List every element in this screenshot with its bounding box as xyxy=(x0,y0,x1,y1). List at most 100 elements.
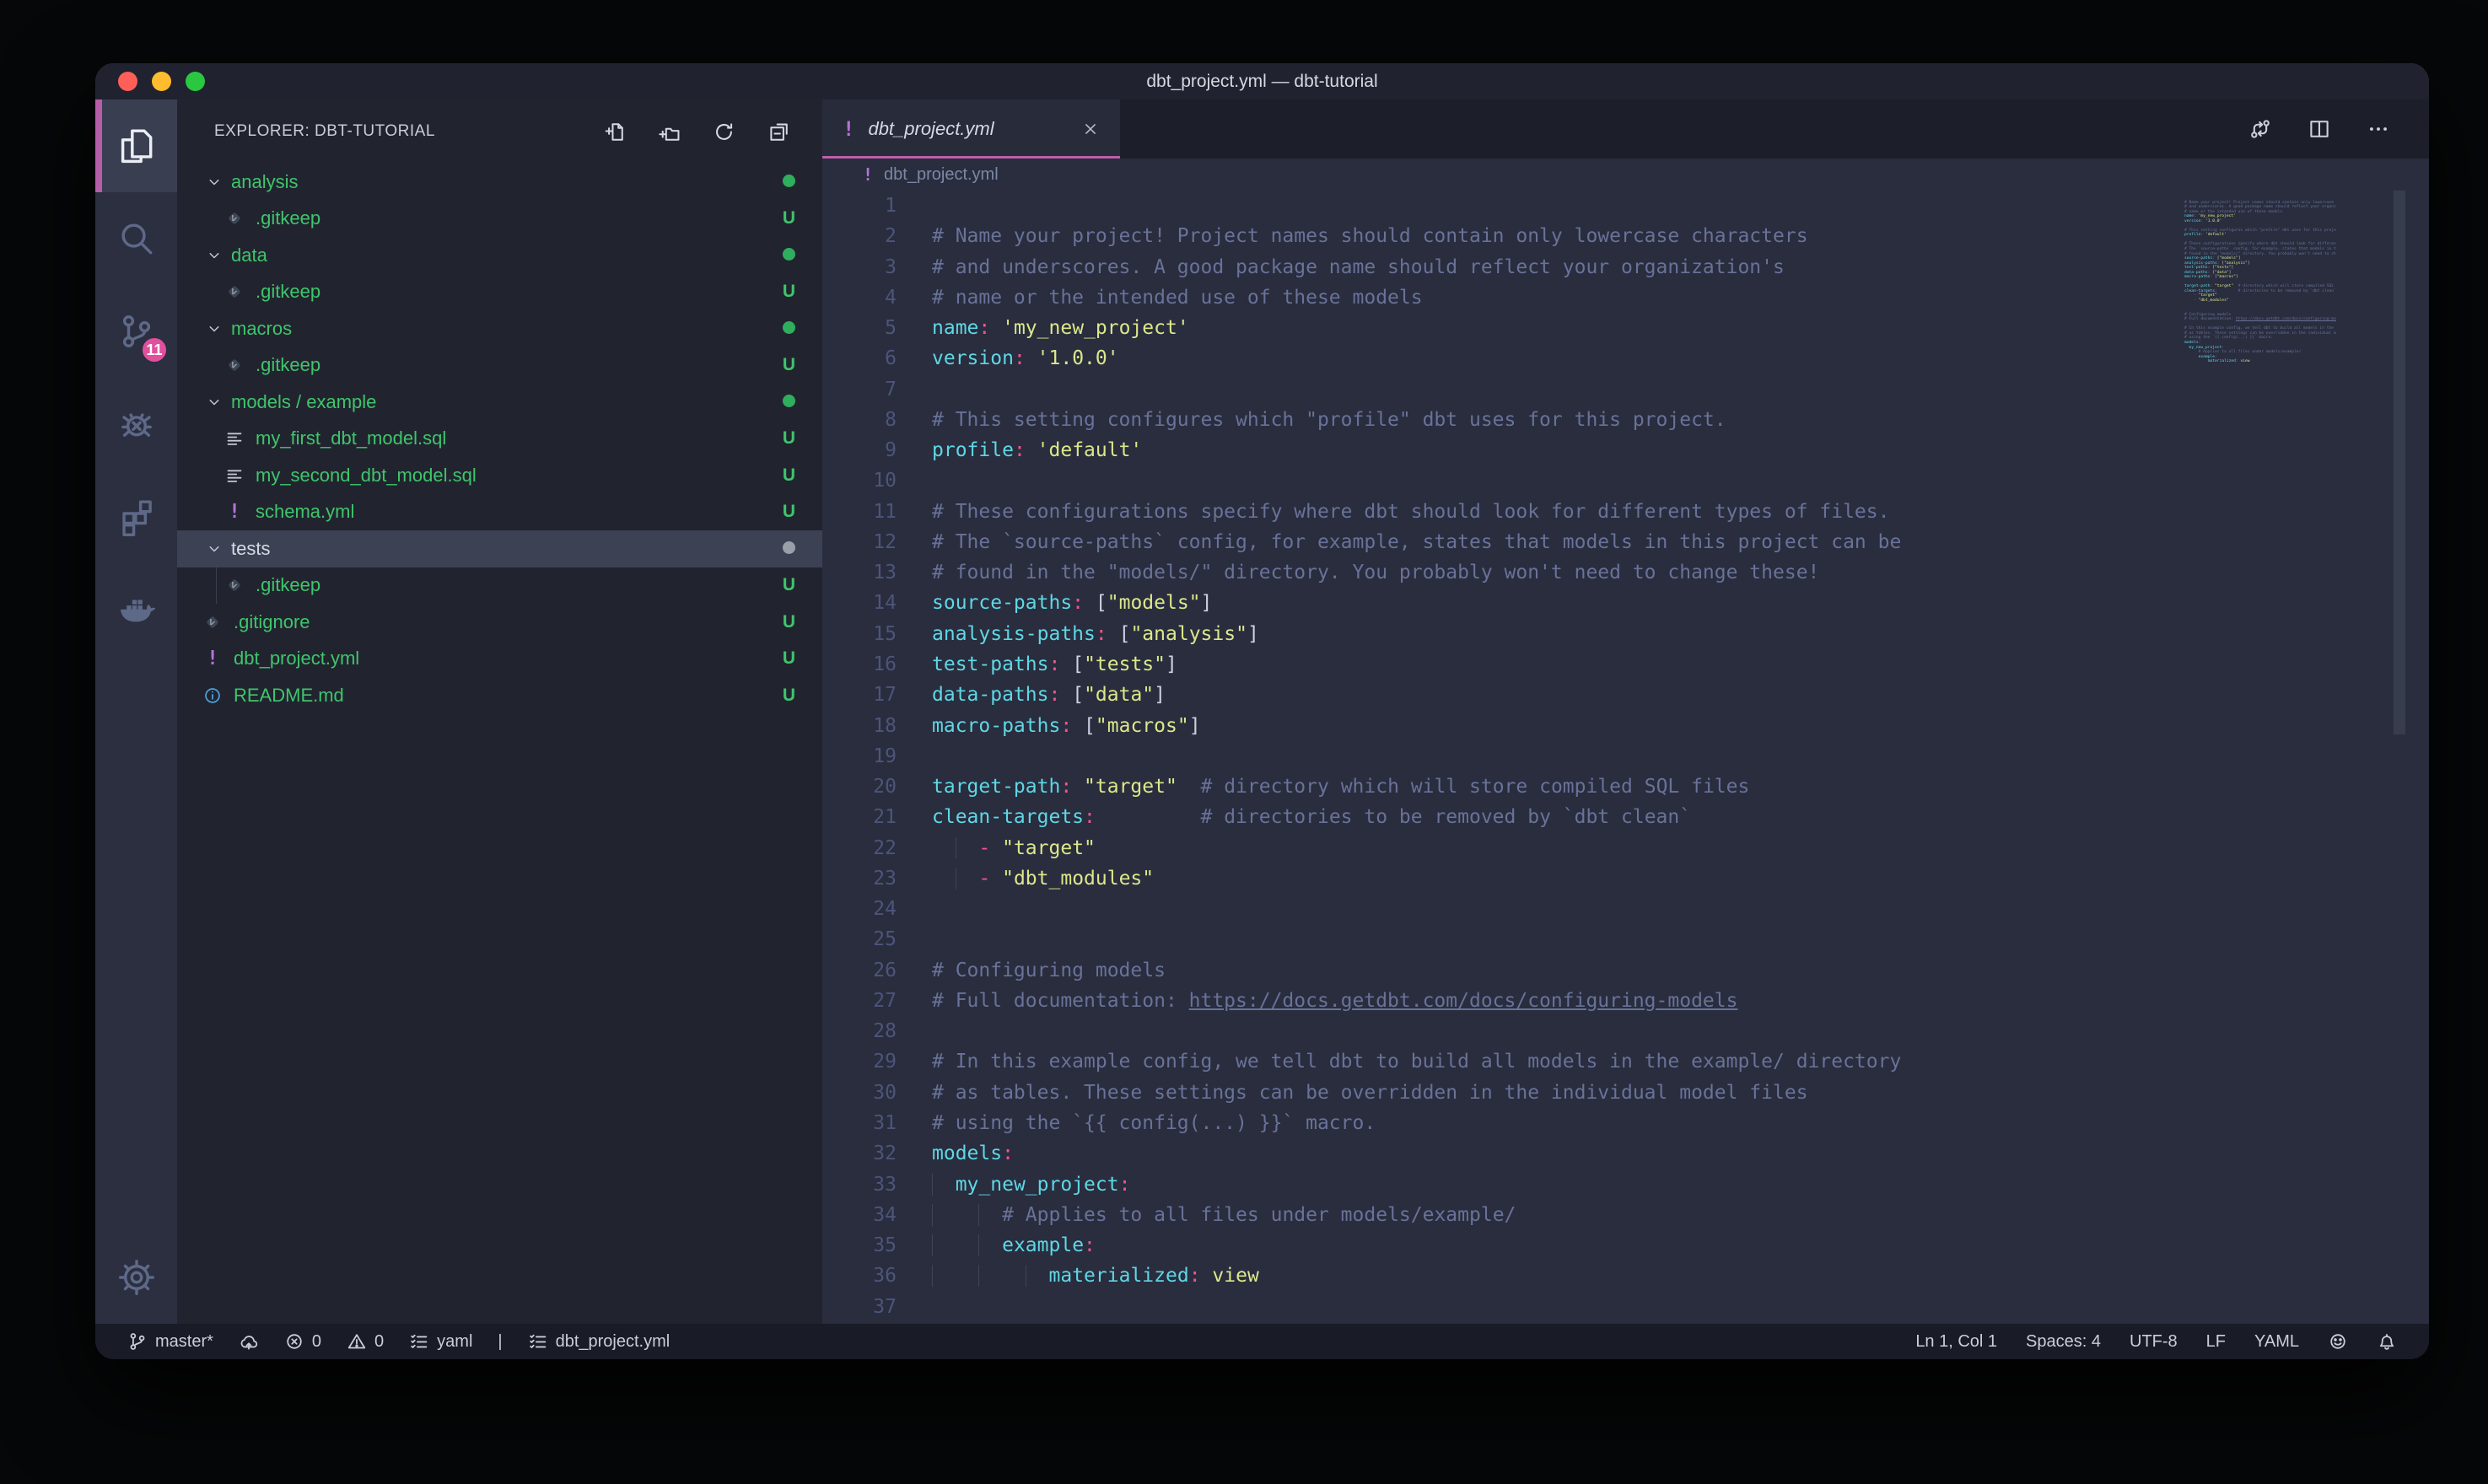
code-line[interactable]: 7 xyxy=(822,374,2429,405)
line-number: 22 xyxy=(822,833,932,863)
status-item-publish-changes[interactable] xyxy=(239,1331,259,1352)
code-line[interactable]: 32models: xyxy=(822,1138,2429,1169)
tree-item-dbt-project-yml[interactable]: !dbt_project.ymlU xyxy=(177,641,822,678)
code-line[interactable]: 19 xyxy=(822,741,2429,772)
code-line[interactable]: 20target-path: "target" # directory whic… xyxy=(822,772,2429,802)
line-number: 8 xyxy=(822,405,932,435)
minimap[interactable]: # Name your project! Project names shoul… xyxy=(2184,196,2336,368)
status-item-errors-count[interactable]: 0 xyxy=(284,1331,321,1352)
status-item-encoding[interactable]: UTF-8 xyxy=(2130,1332,2178,1352)
line-number: 3 xyxy=(822,252,932,282)
git-branch-icon xyxy=(127,1331,148,1352)
tree-item--gitkeep[interactable]: .gitkeepU xyxy=(177,567,822,605)
tree-item--gitkeep[interactable]: .gitkeepU xyxy=(177,274,822,311)
activity-item-explorer[interactable] xyxy=(95,99,177,192)
line-number: 7 xyxy=(822,374,932,405)
status-item-cursor-position[interactable]: Ln 1, Col 1 xyxy=(1915,1332,1997,1352)
tree-item--gitignore[interactable]: .gitignoreU xyxy=(177,604,822,641)
code-line[interactable]: 34 # Applies to all files under models/e… xyxy=(822,1200,2429,1230)
activity-item-settings-gear[interactable] xyxy=(95,1231,177,1324)
code-line[interactable]: 14source-paths: ["models"] xyxy=(822,588,2429,618)
search-icon xyxy=(117,219,156,258)
status-item-indentation[interactable]: Spaces: 4 xyxy=(2026,1332,2101,1352)
tree-item-my-second-dbt-model-sql[interactable]: my_second_dbt_model.sqlU xyxy=(177,457,822,494)
more-actions-icon[interactable] xyxy=(2367,117,2390,141)
code-line[interactable]: 37 xyxy=(822,1292,2429,1322)
cloud-upload-icon xyxy=(239,1331,259,1352)
code-line[interactable]: 17data-paths: ["data"] xyxy=(822,680,2429,710)
status-left: master*00yaml|dbt_project.yml xyxy=(127,1331,670,1352)
status-item-language-mode[interactable]: YAML xyxy=(2254,1332,2299,1352)
breadcrumb[interactable]: ! dbt_project.yml xyxy=(822,159,2429,191)
title-bar[interactable]: dbt_project.yml — dbt-tutorial xyxy=(95,63,2429,99)
line-number: 30 xyxy=(822,1078,932,1108)
new-file-icon[interactable] xyxy=(603,121,626,143)
status-item-notifications[interactable] xyxy=(2377,1331,2397,1352)
tab-label: dbt_project.yml xyxy=(868,118,994,140)
code-line[interactable]: 9profile: 'default' xyxy=(822,435,2429,465)
refresh-icon[interactable] xyxy=(713,121,735,143)
code-line[interactable]: 35 example: xyxy=(822,1230,2429,1261)
code-line[interactable]: 22 - "target" xyxy=(822,833,2429,863)
code-editor: 12# Name your project! Project names sho… xyxy=(822,191,2429,1324)
code-line[interactable]: 21clean-targets: # directories to be rem… xyxy=(822,802,2429,832)
warning-triangle-icon xyxy=(347,1331,367,1352)
code-line[interactable]: 25 xyxy=(822,924,2429,954)
tree-item-analysis[interactable]: analysis xyxy=(177,164,822,201)
tree-item--gitkeep[interactable]: .gitkeepU xyxy=(177,347,822,384)
code-line[interactable]: 10 xyxy=(822,465,2429,496)
activity-item-source-control[interactable]: 11 xyxy=(95,285,177,378)
code-line[interactable]: 31# using the `{{ config(...) }}` macro. xyxy=(822,1108,2429,1138)
tree-item-schema-yml[interactable]: !schema.ymlU xyxy=(177,494,822,531)
git-modified-dot-badge xyxy=(783,172,795,192)
tree-item-macros[interactable]: macros xyxy=(177,310,822,347)
tab-close-icon[interactable] xyxy=(1081,120,1100,138)
code-line[interactable]: 29# In this example config, we tell dbt … xyxy=(822,1046,2429,1077)
tree-item-models-example[interactable]: models / example xyxy=(177,384,822,421)
tab-dbt-project-yml[interactable]: ! dbt_project.yml xyxy=(822,99,1120,159)
tasklist-icon xyxy=(528,1331,548,1352)
code-line[interactable]: 18macro-paths: ["macros"] xyxy=(822,711,2429,741)
code-line[interactable]: 15analysis-paths: ["analysis"] xyxy=(822,619,2429,649)
tree-item-readme-md[interactable]: README.mdU xyxy=(177,677,822,714)
code-line[interactable]: 16test-paths: ["tests"] xyxy=(822,649,2429,680)
code-line[interactable]: 28 xyxy=(822,1016,2429,1046)
activity-item-search[interactable] xyxy=(95,192,177,285)
line-number: 19 xyxy=(822,741,932,772)
tree-item-data[interactable]: data xyxy=(177,237,822,274)
code-line[interactable]: 8# This setting configures which "profil… xyxy=(822,405,2429,435)
yaml-warning-icon: ! xyxy=(843,117,854,141)
activity-bar: 11 xyxy=(95,99,177,1324)
split-editor-icon[interactable] xyxy=(2308,117,2331,141)
tree-item--gitkeep[interactable]: .gitkeepU xyxy=(177,201,822,238)
open-changes-icon[interactable] xyxy=(2248,117,2272,141)
tree-item-tests[interactable]: tests xyxy=(177,530,822,567)
activity-item-debug[interactable] xyxy=(95,378,177,470)
status-item-branch-indicator[interactable]: master* xyxy=(127,1331,213,1352)
line-number: 9 xyxy=(822,435,932,465)
code-line[interactable]: 12# The `source-paths` config, for examp… xyxy=(822,527,2429,557)
activity-item-docker[interactable] xyxy=(95,563,177,656)
line-number: 1 xyxy=(822,191,932,221)
new-folder-icon[interactable] xyxy=(658,121,681,143)
scrollbar[interactable] xyxy=(2394,191,2405,734)
status-item-label: Ln 1, Col 1 xyxy=(1915,1332,1997,1352)
code-line[interactable]: 13# found in the "models/" directory. Yo… xyxy=(822,557,2429,588)
code-line[interactable]: 27# Full documentation: https://docs.get… xyxy=(822,986,2429,1016)
code-line[interactable]: 30# as tables. These settings can be ove… xyxy=(822,1078,2429,1108)
code-line[interactable]: 36 materialized: view xyxy=(822,1261,2429,1291)
status-item-feedback[interactable] xyxy=(2328,1331,2348,1352)
collapse-all-icon[interactable] xyxy=(767,121,790,143)
activity-item-extensions[interactable] xyxy=(95,470,177,563)
status-item-warnings-count[interactable]: 0 xyxy=(347,1331,384,1352)
code-line[interactable]: 23 - "dbt_modules" xyxy=(822,863,2429,894)
status-item-eol[interactable]: LF xyxy=(2206,1332,2226,1352)
code-line[interactable]: 33 my_new_project: xyxy=(822,1169,2429,1200)
status-item-yaml-language-status[interactable]: yaml xyxy=(409,1331,472,1352)
code-line[interactable]: 11# These configurations specify where d… xyxy=(822,497,2429,527)
status-item-yaml-schema-status[interactable]: dbt_project.yml xyxy=(528,1331,670,1352)
git-untracked-badge: U xyxy=(783,465,795,486)
tree-item-my-first-dbt-model-sql[interactable]: my_first_dbt_model.sqlU xyxy=(177,421,822,458)
code-line[interactable]: 26# Configuring models xyxy=(822,955,2429,986)
code-line[interactable]: 24 xyxy=(822,894,2429,924)
